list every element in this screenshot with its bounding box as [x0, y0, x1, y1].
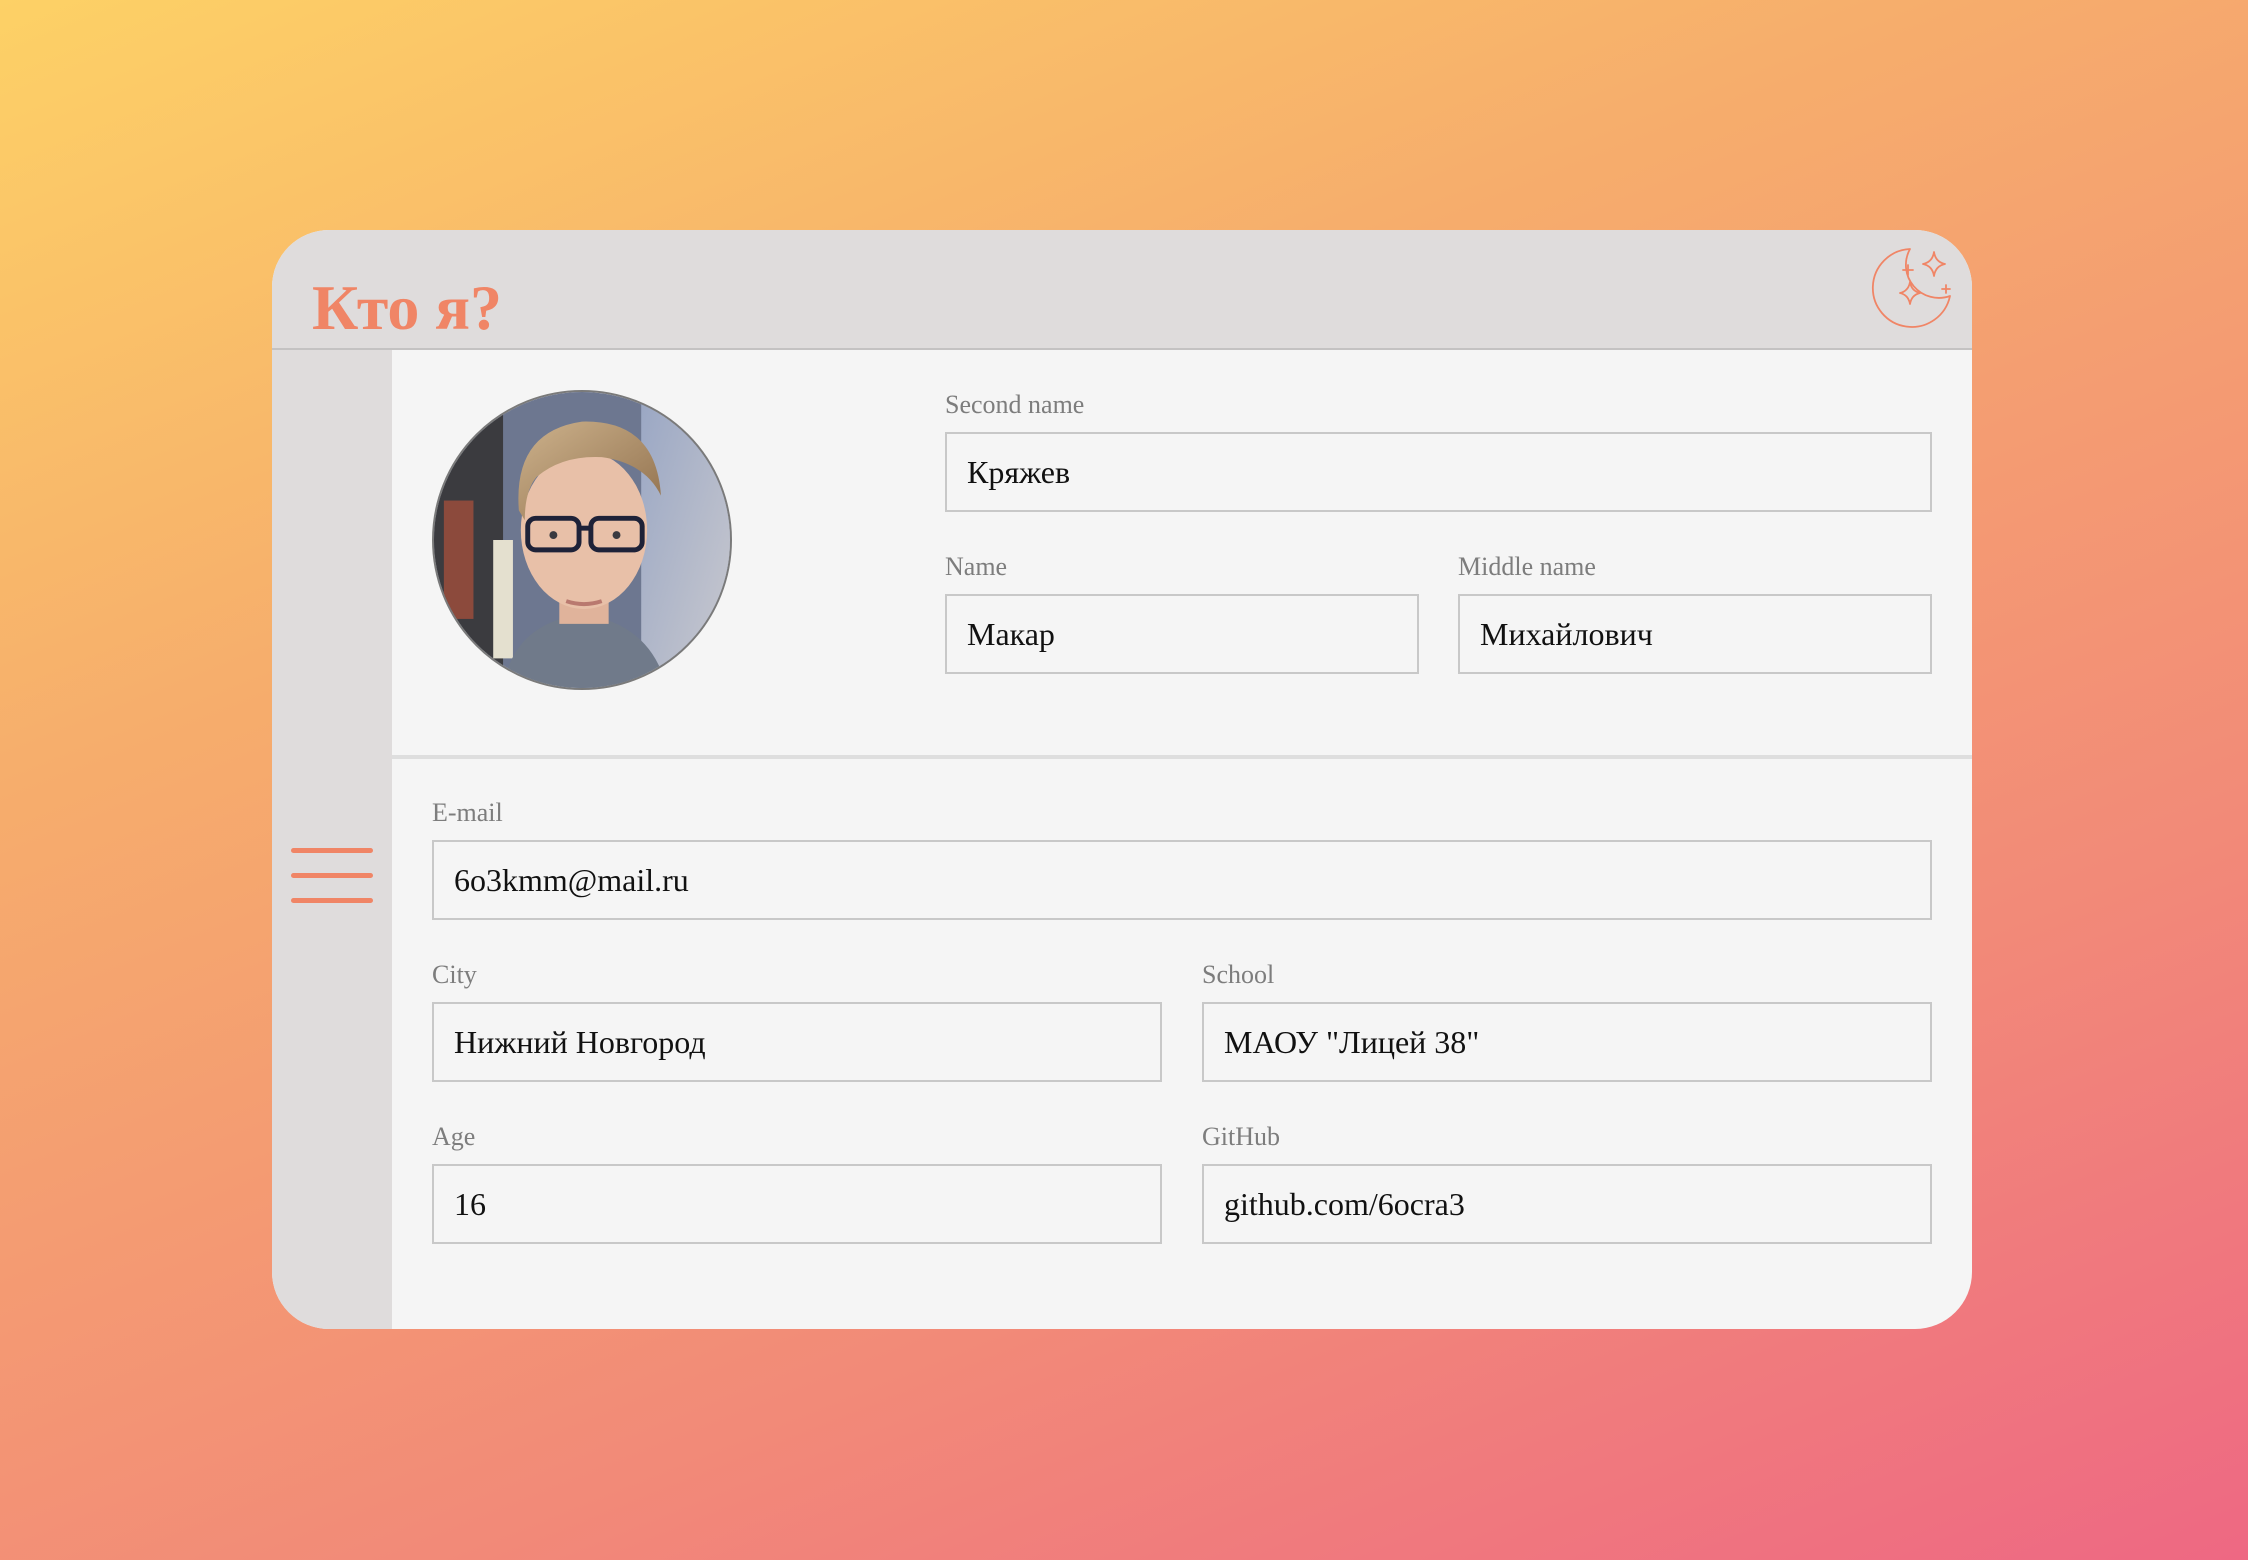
school-input[interactable]: МАОУ "Лицей 38" — [1202, 1002, 1932, 1082]
sidebar — [272, 350, 392, 1329]
age-field: Age 16 — [432, 1122, 1162, 1244]
city-field: City Нижний Новгород — [432, 960, 1162, 1082]
email-input[interactable]: 6o3kmm@mail.ru — [432, 840, 1932, 920]
city-label: City — [432, 960, 477, 989]
second-name-input[interactable]: Кряжев — [945, 432, 1932, 512]
avatar — [432, 390, 732, 690]
hamburger-line — [291, 898, 373, 903]
second-name-field: Second name Кряжев — [945, 390, 1932, 512]
section-divider — [392, 755, 1972, 759]
email-label: E-mail — [432, 798, 503, 827]
name-label: Name — [945, 552, 1008, 581]
page-title: Кто я? — [312, 272, 503, 343]
age-label: Age — [432, 1122, 476, 1151]
middle-name-label: Middle name — [1458, 552, 1596, 581]
city-input[interactable]: Нижний Новгород — [432, 1002, 1162, 1082]
email-field: E-mail 6o3kmm@mail.ru — [432, 798, 1932, 920]
github-field: GitHub github.com/6ocra3 — [1202, 1122, 1932, 1244]
school-label: School — [1202, 960, 1275, 989]
hamburger-line — [291, 873, 373, 878]
moon-stars-icon[interactable] — [1870, 244, 1956, 330]
school-field: School МАОУ "Лицей 38" — [1202, 960, 1932, 1082]
name-field: Name Макар — [945, 552, 1419, 674]
profile-card: Кто я? Second name Кряжев Name Макар Mid… — [272, 230, 1972, 1329]
middle-name-field: Middle name Михайлович — [1458, 552, 1932, 674]
github-input[interactable]: github.com/6ocra3 — [1202, 1164, 1932, 1244]
hamburger-menu-icon[interactable] — [291, 844, 373, 910]
second-name-label: Second name — [945, 390, 1085, 419]
github-label: GitHub — [1202, 1122, 1280, 1151]
header-bar: Кто я? — [272, 230, 1972, 350]
age-input[interactable]: 16 — [432, 1164, 1162, 1244]
middle-name-input[interactable]: Михайлович — [1458, 594, 1932, 674]
hamburger-line — [291, 848, 373, 853]
name-input[interactable]: Макар — [945, 594, 1419, 674]
